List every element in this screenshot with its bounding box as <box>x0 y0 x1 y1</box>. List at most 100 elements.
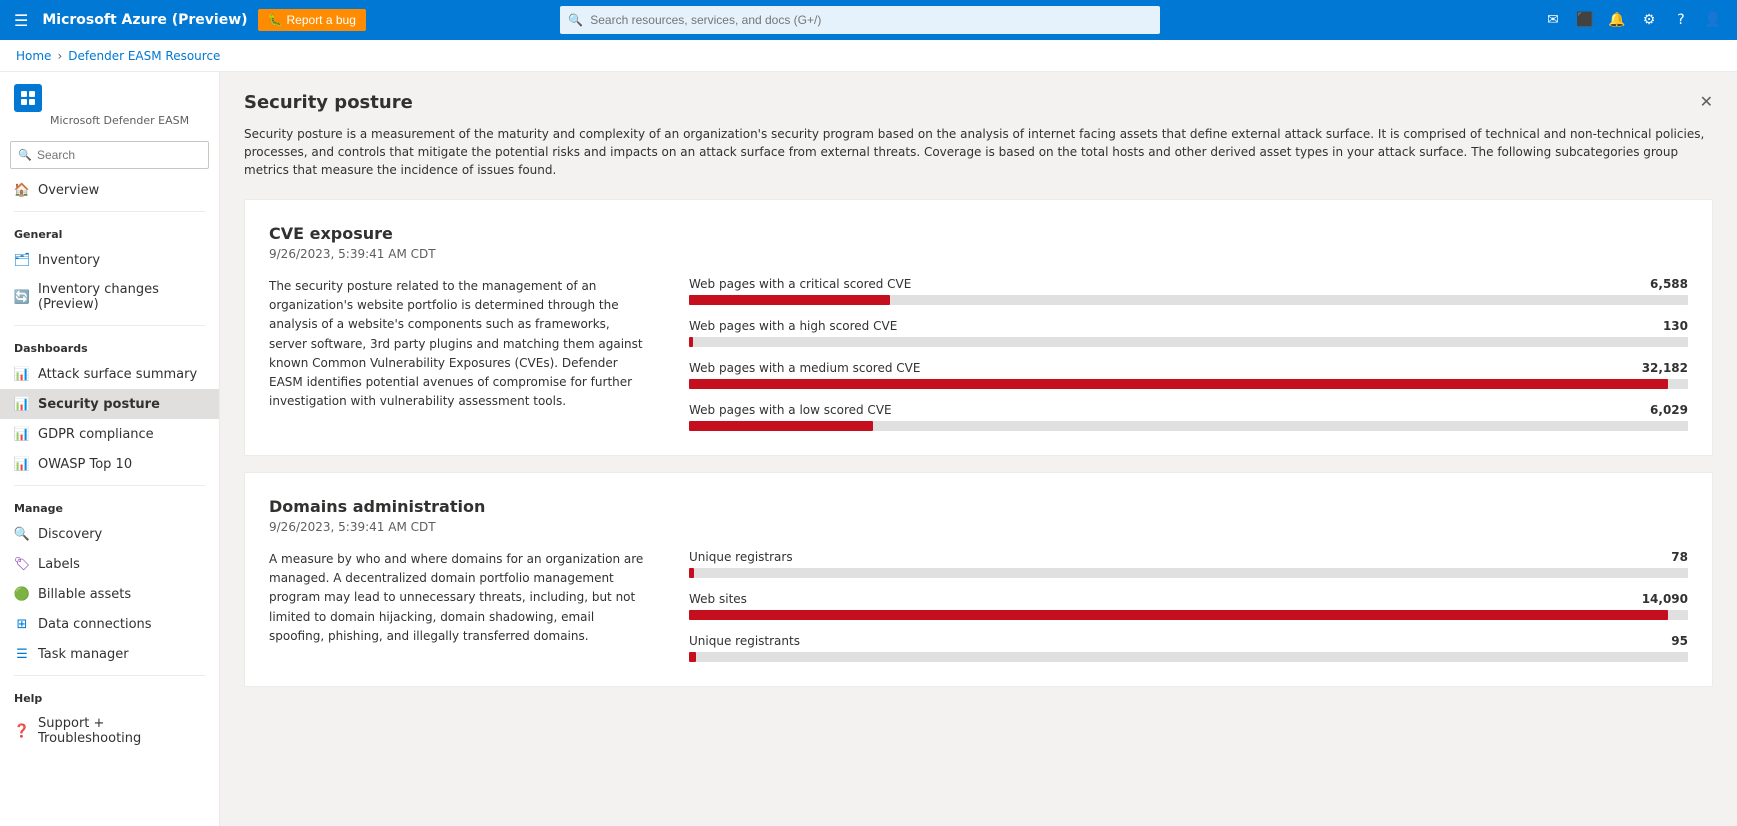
sidebar-item-label-task-manager: Task manager <box>38 647 129 662</box>
metric-row-0: Web pages with a critical scored CVE 6,5… <box>689 277 1688 305</box>
sidebar-item-label-data-connections: Data connections <box>38 617 152 632</box>
breadcrumb-home[interactable]: Home <box>16 49 51 63</box>
metric-bar-bg-2 <box>689 652 1688 662</box>
metric-bar-fill-2 <box>689 379 1668 389</box>
metric-value-1: 14,090 <box>1642 592 1688 606</box>
metric-value-0: 6,588 <box>1650 277 1688 291</box>
metric-row-2: Unique registrants 95 <box>689 634 1688 662</box>
topbar: ☰ Microsoft Azure (Preview) 🐛 Report a b… <box>0 0 1737 40</box>
sidebar-search-input[interactable] <box>10 141 209 169</box>
sidebar-item-label-security-posture: Security posture <box>38 397 160 412</box>
sidebar-divider <box>14 675 205 676</box>
sidebar-item-label-inventory-changes: Inventory changes (Preview) <box>38 282 205 312</box>
card-cve-exposure: CVE exposure 9/26/2023, 5:39:41 AM CDT T… <box>244 199 1713 456</box>
card-metrics: Unique registrars 78 Web sites 14,090 Un… <box>689 550 1688 662</box>
report-bug-button[interactable]: 🐛 Report a bug <box>258 9 366 31</box>
sidebar-item-owasp-top-10[interactable]: 📊 OWASP Top 10 <box>0 449 219 479</box>
sidebar: Microsoft Defender EASM 🔍 🏠 Overview Gen… <box>0 72 220 826</box>
sidebar-item-label-inventory: Inventory <box>38 253 100 268</box>
settings-icon[interactable]: ⚙ <box>1635 6 1663 34</box>
app-title: Microsoft Azure (Preview) <box>42 12 247 28</box>
resource-title-row <box>14 84 205 112</box>
sidebar-item-data-connections[interactable]: ⊞ Data connections <box>0 609 219 639</box>
card-body: The security posture related to the mana… <box>269 277 1688 431</box>
metric-value-0: 78 <box>1671 550 1688 564</box>
metric-value-1: 130 <box>1663 319 1688 333</box>
metric-bar-fill-0 <box>689 295 890 305</box>
help-icon[interactable]: ? <box>1667 6 1695 34</box>
metric-label-2: Web pages with a medium scored CVE <box>689 361 920 375</box>
card-metrics: Web pages with a critical scored CVE 6,5… <box>689 277 1688 431</box>
sidebar-divider <box>14 211 205 212</box>
email-icon[interactable]: ✉ <box>1539 6 1567 34</box>
sidebar-item-billable-assets[interactable]: 🟢 Billable assets <box>0 579 219 609</box>
global-search-input[interactable] <box>560 6 1160 34</box>
metric-bar-fill-0 <box>689 568 694 578</box>
card-body: A measure by who and where domains for a… <box>269 550 1688 662</box>
sidebar-item-labels[interactable]: 🏷 Labels <box>0 549 219 579</box>
sidebar-item-gdpr-compliance[interactable]: 📊 GDPR compliance <box>0 419 219 449</box>
card-description: A measure by who and where domains for a… <box>269 550 649 662</box>
sidebar-item-label-owasp-top-10: OWASP Top 10 <box>38 457 132 472</box>
hamburger-menu[interactable]: ☰ <box>10 7 32 34</box>
cards-container: CVE exposure 9/26/2023, 5:39:41 AM CDT T… <box>244 199 1713 687</box>
card-domains-administration: Domains administration 9/26/2023, 5:39:4… <box>244 472 1713 687</box>
sidebar-sections: General🗂 Inventory🔄 Inventory changes (P… <box>0 205 219 753</box>
sidebar-item-inventory-changes[interactable]: 🔄 Inventory changes (Preview) <box>0 275 219 319</box>
metric-label-2: Unique registrants <box>689 634 800 648</box>
notification-icon[interactable]: 🔔 <box>1603 6 1631 34</box>
metric-label-1: Web sites <box>689 592 747 606</box>
metric-value-2: 95 <box>1671 634 1688 648</box>
metric-value-2: 32,182 <box>1642 361 1688 375</box>
global-search: 🔍 <box>560 6 1160 34</box>
icon-security-posture: 📊 <box>14 396 30 412</box>
metric-row-1: Web pages with a high scored CVE 130 <box>689 319 1688 347</box>
icon-data-connections: ⊞ <box>14 616 30 632</box>
metric-label-1: Web pages with a high scored CVE <box>689 319 897 333</box>
sidebar-item-inventory[interactable]: 🗂 Inventory <box>0 245 219 275</box>
sidebar-header: Microsoft Defender EASM <box>0 72 219 135</box>
icon-owasp-top-10: 📊 <box>14 456 30 472</box>
breadcrumb: Home › Defender EASM Resource <box>0 40 1737 72</box>
sidebar-item-overview[interactable]: 🏠 Overview <box>0 175 219 205</box>
breadcrumb-current[interactable]: Defender EASM Resource <box>68 49 220 63</box>
metric-bar-bg-3 <box>689 421 1688 431</box>
metric-row-1: Web sites 14,090 <box>689 592 1688 620</box>
metric-label-3: Web pages with a low scored CVE <box>689 403 892 417</box>
sidebar-item-label-billable-assets: Billable assets <box>38 587 131 602</box>
metric-value-3: 6,029 <box>1650 403 1688 417</box>
metric-bar-bg-0 <box>689 568 1688 578</box>
sidebar-section-label: Dashboards <box>0 332 219 359</box>
sidebar-item-support-troubleshooting[interactable]: ❓ Support + Troubleshooting <box>0 709 219 753</box>
icon-support-troubleshooting: ❓ <box>14 723 30 739</box>
sidebar-divider <box>14 485 205 486</box>
card-description: The security posture related to the mana… <box>269 277 649 431</box>
card-timestamp: 9/26/2023, 5:39:41 AM CDT <box>269 520 1688 534</box>
icon-gdpr-compliance: 📊 <box>14 426 30 442</box>
metric-row-2: Web pages with a medium scored CVE 32,18… <box>689 361 1688 389</box>
sidebar-divider <box>14 325 205 326</box>
sidebar-search-icon: 🔍 <box>18 149 32 162</box>
icon-task-manager: ☰ <box>14 646 30 662</box>
portal-icon[interactable]: ⬛ <box>1571 6 1599 34</box>
sidebar-section-label: Manage <box>0 492 219 519</box>
close-button[interactable]: ✕ <box>1700 92 1713 111</box>
metric-bar-bg-0 <box>689 295 1688 305</box>
resource-subtitle: Microsoft Defender EASM <box>14 114 205 127</box>
page-description: Security posture is a measurement of the… <box>244 125 1713 179</box>
metric-bar-bg-1 <box>689 337 1688 347</box>
metric-bar-fill-2 <box>689 652 696 662</box>
sidebar-item-security-posture[interactable]: 📊 Security posture <box>0 389 219 419</box>
sidebar-section-label: General <box>0 218 219 245</box>
breadcrumb-separator: › <box>57 49 62 63</box>
card-timestamp: 9/26/2023, 5:39:41 AM CDT <box>269 247 1688 261</box>
sidebar-item-discovery[interactable]: 🔍 Discovery <box>0 519 219 549</box>
metric-bar-bg-1 <box>689 610 1688 620</box>
icon-inventory-changes: 🔄 <box>14 289 30 305</box>
account-icon[interactable]: 👤 <box>1699 6 1727 34</box>
metric-row-3: Web pages with a low scored CVE 6,029 <box>689 403 1688 431</box>
card-title: CVE exposure <box>269 224 1688 243</box>
sidebar-item-task-manager[interactable]: ☰ Task manager <box>0 639 219 669</box>
card-title: Domains administration <box>269 497 1688 516</box>
sidebar-item-attack-surface-summary[interactable]: 📊 Attack surface summary <box>0 359 219 389</box>
